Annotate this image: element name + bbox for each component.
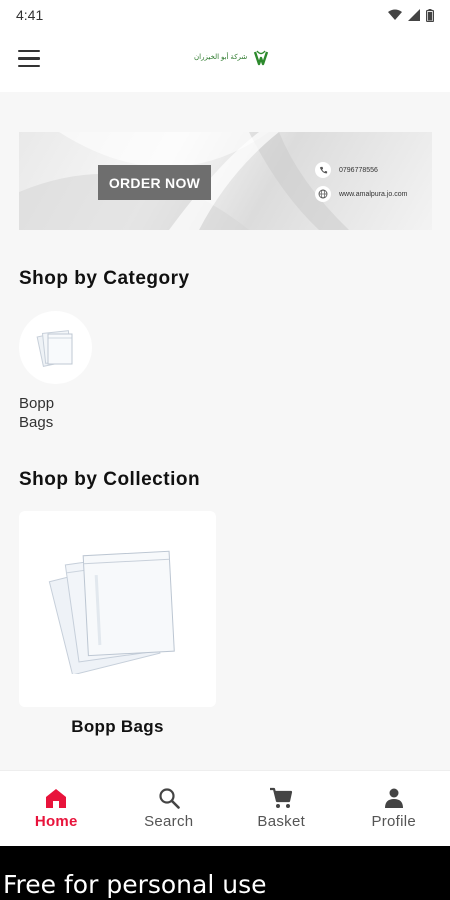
- app-bar: شركة أبو الخيزران: [0, 30, 450, 92]
- collection-section-title: Shop by Collection: [19, 469, 201, 490]
- category-item-bopp-bags[interactable]: Bopp Bags: [19, 311, 93, 432]
- cart-icon: [270, 787, 293, 808]
- search-icon: [159, 788, 180, 809]
- nav-profile[interactable]: Profile: [338, 771, 450, 846]
- banner-background: [19, 132, 349, 230]
- status-icons: [388, 8, 434, 22]
- collection-label: Bopp Bags: [71, 717, 164, 736]
- logo-mark-icon: [254, 50, 269, 66]
- brand-logo: شركة أبو الخيزران: [194, 48, 271, 68]
- contact-phone: 0796778556: [315, 162, 378, 178]
- phone-number: 0796778556: [339, 166, 378, 174]
- home-icon: [46, 789, 67, 808]
- order-now-button[interactable]: ORDER NOW: [98, 165, 211, 200]
- collection-card-bopp-bags[interactable]: Bopp Bags: [19, 511, 216, 737]
- nav-home[interactable]: Home: [0, 771, 113, 846]
- nav-label-search: Search: [144, 813, 194, 830]
- nav-search[interactable]: Search: [113, 771, 226, 846]
- bottom-navigation: Home Search Basket Profile: [0, 770, 450, 846]
- bag-image: [36, 329, 72, 367]
- signal-icon: [408, 9, 420, 21]
- wifi-icon: [388, 9, 402, 20]
- battery-icon: [426, 8, 434, 22]
- menu-icon[interactable]: [18, 50, 44, 72]
- category-label: Bopp Bags: [19, 395, 55, 431]
- watermark-text: Free for personal use: [3, 870, 267, 899]
- contact-website: www.amalpura.jo.com: [315, 186, 407, 202]
- website-url: www.amalpura.jo.com: [339, 190, 408, 198]
- nav-label-basket: Basket: [257, 813, 306, 830]
- category-thumbnail[interactable]: [19, 311, 92, 384]
- phone-icon: [315, 162, 331, 178]
- status-bar: 4:41: [0, 0, 450, 30]
- nav-label-home: Home: [34, 813, 78, 830]
- category-section-title: Shop by Category: [19, 268, 190, 289]
- status-time: 4:41: [16, 7, 44, 23]
- promo-banner[interactable]: ORDER NOW 0796778556 www.amalpura.jo.com: [19, 132, 432, 230]
- bag-stack-image: [48, 550, 175, 674]
- person-icon: [384, 788, 403, 808]
- globe-icon: [315, 186, 331, 202]
- collection-image[interactable]: [19, 511, 216, 707]
- nav-basket[interactable]: Basket: [225, 771, 338, 846]
- logo-text: شركة أبو الخيزران: [194, 54, 248, 61]
- nav-label-profile: Profile: [371, 813, 417, 830]
